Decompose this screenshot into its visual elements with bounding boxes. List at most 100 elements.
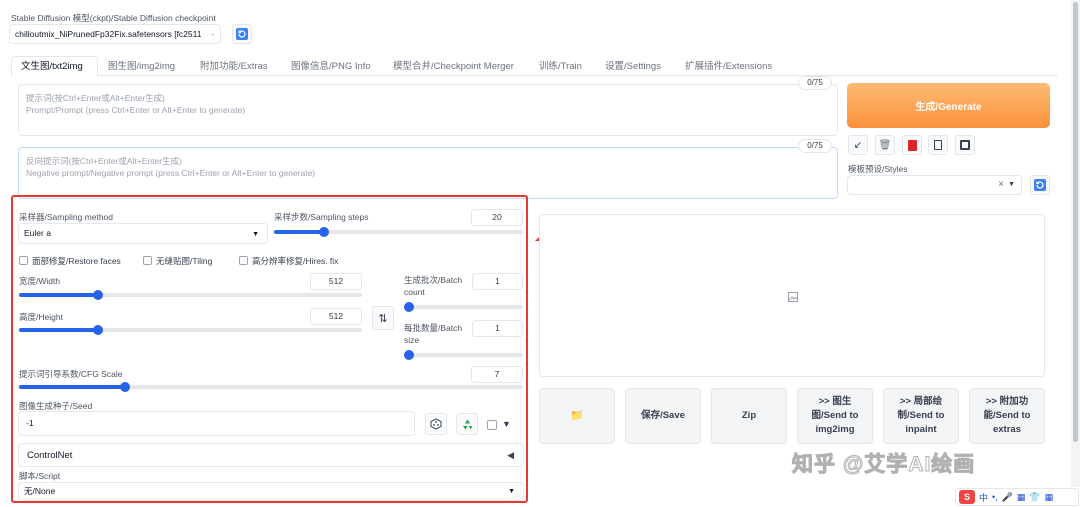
width-input[interactable]: 512 [310, 273, 362, 290]
collapse-arrow-icon: ◀ [507, 450, 514, 460]
slider-fill [19, 385, 125, 389]
negative-prompt-input[interactable]: 反向提示词(按Ctrl+Enter或Alt+Enter生成) Negative … [18, 147, 838, 199]
sampling-method-select[interactable]: Euler a ▼ [18, 223, 268, 244]
save-style-button[interactable] [955, 135, 975, 155]
send-inpaint-line2: 制/Send to [897, 410, 945, 421]
width-label: 宽度/Width [19, 276, 61, 286]
ime-language-toggle[interactable]: 中 [979, 491, 988, 504]
generate-button[interactable]: 生成/Generate [847, 83, 1050, 128]
swap-dimensions-button[interactable]: ⇅ [372, 306, 394, 330]
scrollbar[interactable] [1071, 0, 1080, 487]
extra-seed-expand-icon[interactable]: ▼ [502, 419, 511, 429]
slider-handle[interactable] [318, 227, 329, 237]
clipboard-icon [934, 140, 942, 150]
sampling-method-label: 采样器/Sampling method [19, 212, 114, 222]
tab-txt2img[interactable]: 文生图/txt2img [21, 58, 83, 76]
dice-icon [430, 418, 442, 430]
controlnet-accordion[interactable]: ControlNet ◀ [18, 443, 524, 467]
slider-handle[interactable] [119, 382, 130, 392]
script-label: 脚本/Script [19, 471, 61, 481]
swap-icon: ⇅ [378, 312, 388, 325]
apply-style-button[interactable] [928, 135, 948, 155]
styles-select[interactable]: × ▼ [847, 175, 1022, 195]
height-label: 高度/Height [19, 312, 63, 322]
ime-grid-icon[interactable]: ▦ [1045, 492, 1054, 503]
batch-count-slider[interactable] [404, 302, 523, 312]
negative-prompt-placeholder-line1: 反向提示词(按Ctrl+Enter或Alt+Enter生成) [26, 156, 182, 166]
refresh-icon [236, 28, 248, 40]
tab-img2img[interactable]: 图生图/img2img [108, 58, 175, 76]
chevron-down-icon: ▼ [508, 488, 515, 495]
prompt-input[interactable]: 提示词(按Ctrl+Enter或Alt+Enter生成) Prompt/Prom… [18, 84, 838, 136]
restore-faces-checkbox[interactable]: 面部修复/Restore faces [19, 255, 121, 267]
show-extra-networks-button[interactable] [902, 135, 922, 155]
batch-size-input[interactable]: 1 [472, 320, 523, 337]
open-folder-button[interactable]: 📁 [539, 388, 615, 444]
cfg-scale-slider[interactable] [19, 382, 523, 392]
tab-settings[interactable]: 设置/Settings [605, 58, 661, 76]
height-slider[interactable] [19, 325, 362, 335]
cfg-scale-label: 提示词引导系数/CFG Scale [19, 369, 123, 379]
folder-icon: 📁 [570, 410, 584, 422]
tiling-checkbox[interactable]: 无缝贴图/Tiling [143, 255, 212, 267]
ime-skin-icon[interactable]: 👕 [1029, 492, 1040, 503]
ime-voice-icon[interactable]: 🎤 [1002, 492, 1013, 503]
ime-toolbar[interactable]: S 中 •, 🎤 ▦ 👕 ▦ [955, 488, 1079, 506]
reuse-seed-button[interactable] [456, 413, 478, 435]
checkpoint-select[interactable]: chilloutmix_NiPrunedFp32Fix.safetensors … [9, 24, 221, 44]
send-to-inpaint-button[interactable]: >> 局部绘 制/Send to inpaint [883, 388, 959, 444]
batch-size-slider[interactable] [404, 350, 523, 360]
clear-styles-icon[interactable]: × [998, 179, 1004, 190]
slider-handle[interactable] [404, 302, 414, 312]
extra-seed-checkbox[interactable] [487, 420, 497, 430]
tab-png-info[interactable]: 图像信息/PNG Info [291, 58, 371, 76]
sampling-steps-label: 采样步数/Sampling steps [274, 212, 369, 222]
checkbox-icon [239, 256, 248, 265]
ime-punctuation-icon[interactable]: •, [992, 492, 998, 502]
sampling-steps-input[interactable]: 20 [471, 209, 523, 226]
refresh-checkpoint-button[interactable] [232, 24, 252, 44]
slider-handle[interactable] [92, 325, 103, 335]
random-seed-button[interactable] [425, 413, 447, 435]
clear-prompt-button[interactable]: 🗑 [875, 135, 895, 155]
restore-faces-label: 面部修复/Restore faces [32, 256, 121, 266]
sampling-steps-slider[interactable] [274, 227, 523, 237]
height-input[interactable]: 512 [310, 308, 362, 325]
send-to-img2img-button[interactable]: >> 图生 图/Send to img2img [797, 388, 873, 444]
seed-input[interactable]: -1 [18, 411, 415, 436]
tab-extensions[interactable]: 扩展插件/Extensions [685, 58, 772, 76]
refresh-icon [1034, 179, 1046, 191]
chevron-down-icon: ▼ [252, 231, 259, 238]
recycle-icon [462, 419, 472, 429]
read-params-button[interactable]: ↙ [848, 135, 868, 155]
trash-icon: 🗑 [878, 139, 892, 151]
ime-keyboard-icon[interactable]: ▦ [1017, 492, 1026, 503]
send-inpaint-line1: >> 局部绘 [899, 396, 943, 407]
sogou-logo-icon[interactable]: S [959, 490, 975, 504]
slider-fill [19, 328, 98, 332]
tab-train[interactable]: 训练/Train [539, 58, 582, 76]
controlnet-label: ControlNet [27, 450, 73, 461]
styles-label: 模板预设/Styles [848, 164, 908, 174]
arrow-icon: ↙ [853, 139, 863, 151]
send-extras-line2: 能/Send to [983, 410, 1031, 421]
slider-handle[interactable] [92, 290, 103, 300]
batch-size-label-line1: 每批数量/Batch [404, 323, 463, 333]
send-img2img-line2: 图/Send to [811, 410, 859, 421]
slider-handle[interactable] [404, 350, 414, 360]
zip-button[interactable]: Zip [711, 388, 787, 444]
refresh-styles-button[interactable] [1030, 175, 1050, 195]
cfg-scale-input[interactable]: 7 [471, 366, 523, 383]
send-to-extras-button[interactable]: >> 附加功 能/Send to extras [969, 388, 1045, 444]
script-select[interactable]: 无/None ▼ [18, 482, 524, 501]
tab-checkpoint-merger[interactable]: 模型合并/Checkpoint Merger [393, 58, 514, 76]
save-label: 保存/Save [641, 410, 685, 421]
hires-fix-checkbox[interactable]: 高分辨率修复/Hires. fix [239, 255, 338, 267]
batch-count-label: 生成批次/Batch count [404, 274, 462, 298]
scrollbar-thumb[interactable] [1073, 2, 1078, 442]
batch-count-input[interactable]: 1 [472, 273, 523, 290]
zip-label: Zip [741, 410, 757, 421]
save-button[interactable]: 保存/Save [625, 388, 701, 444]
width-slider[interactable] [19, 290, 362, 300]
tab-extras[interactable]: 附加功能/Extras [200, 58, 268, 76]
